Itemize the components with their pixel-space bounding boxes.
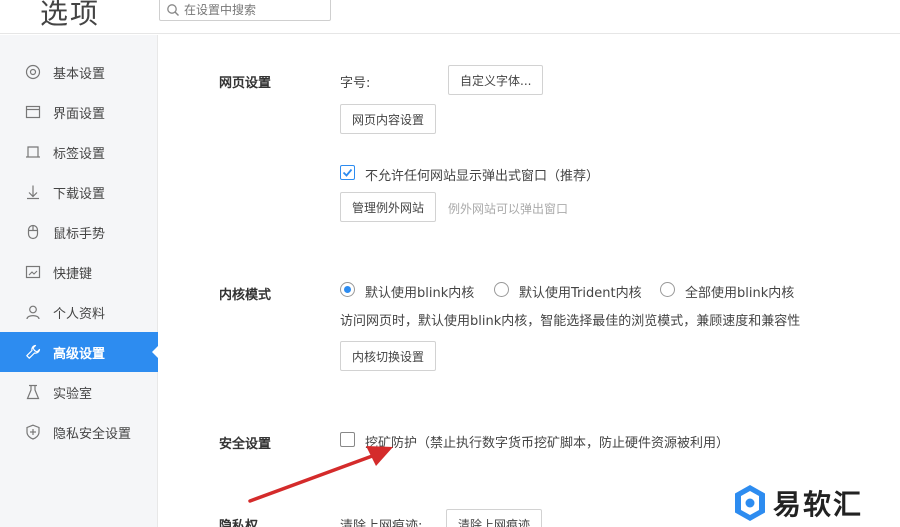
webpage-content-settings-button[interactable]: 网页内容设置 — [340, 104, 437, 134]
logo-icon — [735, 485, 765, 521]
shield-icon — [24, 423, 42, 441]
search-icon — [167, 4, 179, 16]
kernel-radio-blink-all[interactable] — [660, 282, 675, 297]
sidebar-item-label: 鼠标手势 — [53, 226, 106, 242]
kernel-option-label: 全部使用blink内核 — [685, 286, 795, 301]
search-input[interactable] — [184, 1, 324, 18]
sidebar-item-label: 个人资料 — [53, 306, 106, 322]
kernel-radio-trident-default[interactable] — [494, 282, 509, 297]
page-title: 选项 — [40, 0, 101, 30]
mining-protection-checkbox[interactable] — [340, 432, 355, 447]
mouse-icon — [24, 223, 42, 241]
popup-block-checkbox[interactable] — [340, 165, 355, 180]
watermark: 易软汇 — [733, 483, 863, 523]
sidebar-item-shortcuts[interactable]: 快捷键 — [0, 252, 158, 292]
kernel-option-label: 默认使用blink内核 — [365, 286, 475, 301]
section-title-security: 安全设置 — [219, 437, 272, 452]
wrench-icon — [24, 343, 42, 361]
sidebar-item-label: 隐私安全设置 — [53, 426, 132, 442]
sidebar-item-label: 下载设置 — [53, 186, 106, 202]
section-title-webpage: 网页设置 — [219, 76, 272, 91]
sidebar-item-mouse-gestures[interactable]: 鼠标手势 — [0, 212, 158, 252]
kernel-switch-settings-button[interactable]: 内核切换设置 — [340, 341, 437, 371]
clear-history-label: 清除上网痕迹: — [340, 519, 423, 527]
search-box[interactable] — [159, 0, 331, 21]
window-icon — [24, 103, 42, 121]
download-icon — [24, 183, 42, 201]
sidebar-item-advanced[interactable]: 高级设置 — [0, 332, 159, 372]
sidebar-item-profile[interactable]: 个人资料 — [0, 292, 158, 332]
sidebar-item-label: 快捷键 — [53, 266, 93, 282]
popup-block-label: 不允许任何网站显示弹出式窗口（推荐） — [365, 169, 600, 184]
tab-icon — [24, 143, 42, 161]
kernel-radio-blink-default[interactable] — [340, 282, 355, 297]
sidebar-item-label: 界面设置 — [53, 106, 106, 122]
sidebar-item-interface[interactable]: 界面设置 — [0, 92, 158, 132]
clear-history-button[interactable]: 清除上网痕迹 — [446, 509, 543, 527]
sidebar-item-privacy-security[interactable]: 隐私安全设置 — [0, 412, 158, 452]
sidebar-item-label: 实验室 — [53, 386, 93, 402]
manage-exceptions-button[interactable]: 管理例外网站 — [340, 192, 437, 222]
header-bar: 选项 — [0, 0, 900, 34]
section-title-kernel: 内核模式 — [219, 288, 272, 303]
sidebar-item-basic[interactable]: 基本设置 — [0, 52, 158, 92]
sidebar-item-label: 高级设置 — [53, 346, 106, 362]
settings-circle-icon — [24, 63, 42, 81]
sidebar-item-lab[interactable]: 实验室 — [0, 372, 158, 412]
keyboard-icon — [24, 263, 42, 281]
kernel-description: 访问网页时，默认使用blink内核，智能选择最佳的浏览模式，兼顾速度和兼容性 — [340, 314, 801, 329]
font-size-label: 字号: — [340, 76, 371, 91]
settings-content: 网页设置 字号: 自定义字体... 网页内容设置 不允许任何网站显示弹出式窗口（… — [159, 35, 900, 527]
sidebar-item-label: 标签设置 — [53, 146, 106, 162]
user-icon — [24, 303, 42, 321]
check-icon — [342, 168, 353, 177]
flask-icon — [24, 383, 42, 401]
sidebar-item-tabs[interactable]: 标签设置 — [0, 132, 158, 172]
mining-protection-label: 挖矿防护（禁止执行数字货币挖矿脚本，防止硬件资源被利用） — [365, 436, 730, 451]
exceptions-hint: 例外网站可以弹出窗口 — [448, 202, 569, 216]
sidebar-item-download[interactable]: 下载设置 — [0, 172, 158, 212]
custom-font-button[interactable]: 自定义字体... — [448, 65, 544, 95]
section-title-privacy: 隐私权 — [219, 519, 259, 527]
kernel-option-label: 默认使用Trident内核 — [519, 286, 642, 301]
sidebar-item-label: 基本设置 — [53, 66, 106, 82]
sidebar: 基本设置 界面设置 标签设置 下载设置 鼠标手势 快捷键 个人资料 高级设置 实… — [0, 35, 159, 527]
watermark-text: 易软汇 — [773, 488, 864, 521]
